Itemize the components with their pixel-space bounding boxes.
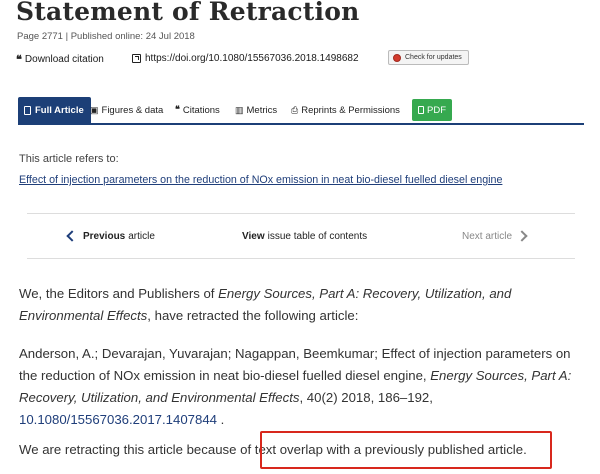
document-icon: [24, 105, 31, 115]
retraction-paragraph-2: Anderson, A.; Devarajan, Yuvarajan; Naga…: [19, 346, 572, 427]
referred-article-link[interactable]: Effect of injection parameters on the re…: [19, 174, 502, 186]
tab-metrics[interactable]: ▥ Metrics: [235, 97, 277, 123]
next-article-label: Next article: [462, 230, 513, 242]
view-issue-toc-link[interactable]: View issue table of contents: [242, 226, 367, 246]
chevron-left-icon: [66, 230, 78, 242]
view-rest: issue table of contents: [267, 230, 368, 242]
previous-bold: Previous: [83, 230, 126, 242]
pdf-icon: [418, 106, 424, 114]
check-updates-icon: [393, 53, 401, 62]
bar-chart-icon: ▥: [235, 104, 244, 115]
tab-figures-data[interactable]: ▣ Figures & data: [90, 97, 163, 123]
quote-icon: ❝: [175, 105, 180, 115]
download-citation-link[interactable]: ❝ Download citation: [16, 53, 104, 66]
check-updates-label: Check for updates: [405, 54, 462, 61]
download-citation-label: Download citation: [24, 54, 104, 65]
highlight-box: [260, 431, 552, 469]
printer-icon: ⎙: [291, 104, 299, 115]
tab-pdf[interactable]: PDF: [412, 99, 452, 121]
nav-divider-top: [27, 213, 575, 214]
doi-label: https://doi.org/10.1080/15567036.2018.14…: [145, 53, 359, 64]
view-bold: View: [242, 230, 265, 242]
tab-reprints-label: Reprints & Permissions: [301, 104, 400, 116]
quote-icon: ❝: [16, 53, 22, 66]
retracted-doi-link[interactable]: 10.1080/15567036.2017.1407844: [19, 412, 217, 427]
tab-full-article[interactable]: Full Article: [18, 97, 91, 123]
previous-article-link[interactable]: Previous article: [65, 226, 155, 246]
tab-pdf-label: PDF: [427, 104, 446, 116]
chevron-right-icon: [516, 230, 528, 242]
external-link-icon: [132, 54, 141, 63]
nav-divider-bottom: [27, 258, 575, 259]
publication-meta: Page 2771 | Published online: 24 Jul 201…: [17, 31, 195, 42]
next-article-link[interactable]: Next article: [462, 226, 528, 246]
tabs-underline: [18, 123, 584, 125]
tab-full-article-label: Full Article: [35, 104, 84, 116]
tab-metrics-label: Metrics: [246, 104, 278, 116]
check-for-updates-button[interactable]: Check for updates: [388, 50, 469, 65]
tab-reprints-permissions[interactable]: ⎙ Reprints & Permissions: [291, 97, 400, 123]
retraction-paragraph-1: We, the Editors and Publishers of Energy…: [19, 286, 512, 323]
tab-figures-data-label: Figures & data: [101, 104, 164, 116]
article-navigation: Previous article View issue table of con…: [30, 226, 575, 246]
page-title: Statement of Retraction: [16, 0, 360, 26]
image-icon: ▣: [90, 104, 99, 115]
refers-label: This article refers to:: [19, 153, 119, 165]
tab-citations[interactable]: ❝ Citations: [175, 97, 220, 123]
doi-link[interactable]: https://doi.org/10.1080/15567036.2018.14…: [132, 53, 359, 64]
tab-citations-label: Citations: [182, 104, 220, 116]
previous-rest: article: [128, 230, 155, 242]
